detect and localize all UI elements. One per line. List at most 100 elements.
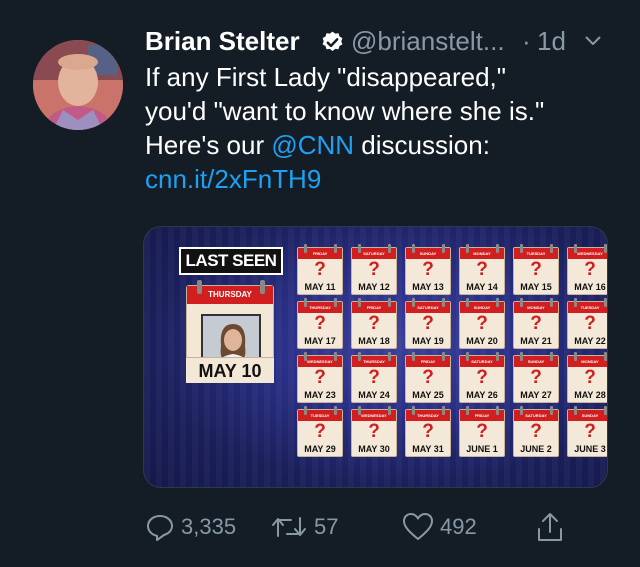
calendar-ring-icon bbox=[388, 298, 391, 307]
calendar-ring-icon bbox=[334, 406, 337, 415]
calendar-ring-icon bbox=[304, 298, 307, 307]
calendar-date: MAY 17 bbox=[304, 336, 336, 346]
calendar-ring-icon bbox=[412, 298, 415, 307]
question-mark: ? bbox=[476, 421, 488, 442]
calendar-ring-icon bbox=[604, 244, 607, 253]
share-button[interactable] bbox=[535, 510, 565, 544]
calendar-tile: SUNDAY? JUNE 3 bbox=[567, 406, 607, 457]
calendar-ring-icon bbox=[520, 352, 523, 361]
like-count: 492 bbox=[440, 514, 477, 539]
calendar-ring-icon bbox=[496, 406, 499, 415]
calendar-date: MAY 11 bbox=[304, 282, 336, 292]
tweet-header: Brian Stelter @brianstelt... · 1d bbox=[145, 24, 620, 58]
tweet-actions: 3,335 57 492 bbox=[145, 508, 615, 548]
calendar-ring-icon bbox=[466, 352, 469, 361]
calendar-ring-icon bbox=[466, 406, 469, 415]
calendar-ring-icon bbox=[496, 244, 499, 253]
question-mark: ? bbox=[368, 259, 380, 280]
calendar-tile: SUNDAY? MAY 13 bbox=[405, 244, 451, 295]
question-mark: ? bbox=[476, 367, 488, 388]
question-mark: ? bbox=[584, 367, 596, 388]
calendar-tile: TUESDAY? MAY 22 bbox=[567, 298, 607, 349]
question-mark: ? bbox=[368, 313, 380, 334]
tweet-text: If any First Lady "disappeared," you'd "… bbox=[145, 60, 615, 196]
url-link[interactable]: cnn.it/2xFnTH9 bbox=[145, 162, 615, 196]
line3-suffix: discussion: bbox=[354, 130, 490, 160]
calendar-tile: WEDNESDAY? MAY 30 bbox=[351, 406, 397, 457]
last-seen-label: LAST SEEN bbox=[179, 247, 283, 275]
question-mark: ? bbox=[530, 259, 542, 280]
calendar-date: JUNE 2 bbox=[520, 444, 552, 454]
calendar-tile: MONDAY? MAY 14 bbox=[459, 244, 505, 295]
tweet-media-image[interactable]: LAST SEEN THURSDAY MAY 10 FRIDAY? MAY 11 S… bbox=[143, 226, 608, 488]
calendar-ring-icon bbox=[550, 244, 553, 253]
question-mark: ? bbox=[476, 259, 488, 280]
line3-prefix: Here's our bbox=[145, 130, 272, 160]
calendar-ring-icon bbox=[358, 244, 361, 253]
calendar-ring-icon bbox=[520, 406, 523, 415]
calendar-date: MAY 19 bbox=[412, 336, 444, 346]
mention-link[interactable]: @CNN bbox=[271, 130, 354, 160]
calendar-date: MAY 14 bbox=[466, 282, 498, 292]
calendar-ring-icon bbox=[388, 244, 391, 253]
calendar-ring-icon bbox=[604, 352, 607, 361]
like-button[interactable]: 492 bbox=[402, 510, 477, 544]
calendar-tile: SATURDAY? MAY 26 bbox=[459, 352, 505, 403]
calendar-ring-icon bbox=[574, 406, 577, 415]
question-mark: ? bbox=[314, 367, 326, 388]
retweet-icon bbox=[272, 517, 306, 537]
calendar-tile: WEDNESDAY? MAY 16 bbox=[567, 244, 607, 295]
calendar-tile: FRIDAY? MAY 18 bbox=[351, 298, 397, 349]
calendar-ring-icon bbox=[604, 406, 607, 415]
calendar-ring-icon bbox=[496, 298, 499, 307]
question-mark: ? bbox=[530, 367, 542, 388]
calendar-date: MAY 23 bbox=[304, 390, 336, 400]
calendar-tile: FRIDAY? MAY 25 bbox=[405, 352, 451, 403]
calendar-date: MAY 30 bbox=[358, 444, 390, 454]
question-mark: ? bbox=[476, 313, 488, 334]
tweet-timestamp[interactable]: 1d bbox=[537, 26, 566, 57]
calendar-ring-icon bbox=[520, 244, 523, 253]
separator-dot: · bbox=[522, 26, 531, 56]
calendar-date: MAY 13 bbox=[412, 282, 444, 292]
retweet-count: 57 bbox=[314, 514, 339, 539]
calendar-ring-icon bbox=[334, 298, 337, 307]
tweet-text-line-1: If any First Lady "disappeared," bbox=[145, 62, 506, 92]
calendar-ring-icon bbox=[550, 406, 553, 415]
question-mark: ? bbox=[314, 259, 326, 280]
calendar-ring-icon bbox=[550, 298, 553, 307]
verified-badge-icon bbox=[322, 31, 343, 51]
calendar-date: MAY 29 bbox=[304, 444, 336, 454]
chevron-down-icon[interactable] bbox=[585, 36, 601, 46]
calendar-ring-icon bbox=[574, 352, 577, 361]
calendar-tile: MONDAY? MAY 21 bbox=[513, 298, 559, 349]
author-name[interactable]: Brian Stelter bbox=[145, 26, 300, 57]
author-handle[interactable]: @brianstelt... bbox=[351, 26, 505, 57]
question-mark: ? bbox=[314, 313, 326, 334]
calendar-ring-icon bbox=[358, 352, 361, 361]
calendar-ring-icon bbox=[574, 298, 577, 307]
big-calendar-date: MAY 10 bbox=[186, 357, 274, 383]
question-mark: ? bbox=[530, 421, 542, 442]
retweet-button[interactable]: 57 bbox=[270, 510, 338, 544]
calendar-tile: MONDAY? MAY 28 bbox=[567, 352, 607, 403]
calendar-ring-icon bbox=[304, 244, 307, 253]
question-mark: ? bbox=[422, 367, 434, 388]
calendar-ring-icon bbox=[358, 406, 361, 415]
calendar-tile: SUNDAY? MAY 20 bbox=[459, 298, 505, 349]
avatar[interactable] bbox=[33, 40, 123, 130]
calendar-date: MAY 15 bbox=[520, 282, 552, 292]
calendar-date: MAY 24 bbox=[358, 390, 390, 400]
calendar-ring-icon bbox=[550, 352, 553, 361]
calendar-tile: SATURDAY? MAY 19 bbox=[405, 298, 451, 349]
heart-icon bbox=[403, 513, 433, 540]
calendar-ring-icon bbox=[304, 352, 307, 361]
calendar-ring-icon bbox=[334, 244, 337, 253]
reply-button[interactable]: 3,335 bbox=[145, 510, 236, 544]
question-mark: ? bbox=[368, 367, 380, 388]
calendar-ring-icon bbox=[466, 244, 469, 253]
calendar-ring-icon bbox=[358, 298, 361, 307]
calendar-ring-icon bbox=[442, 298, 445, 307]
calendar-date: MAY 31 bbox=[412, 444, 444, 454]
question-mark: ? bbox=[584, 421, 596, 442]
